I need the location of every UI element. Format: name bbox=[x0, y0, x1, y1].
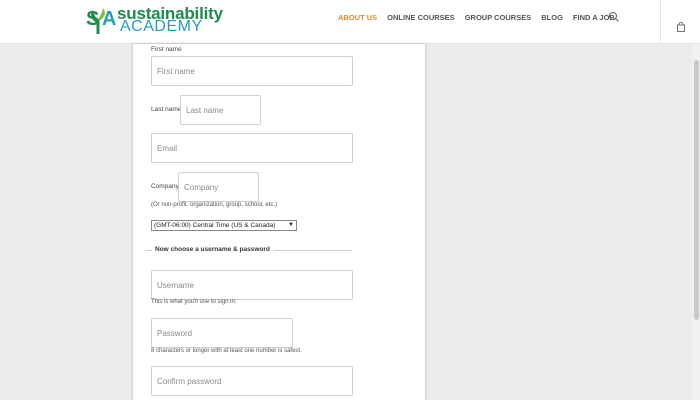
nav-item-group-courses[interactable]: GROUP COURSES bbox=[465, 13, 532, 22]
logo-tree-icon: S A bbox=[86, 8, 116, 34]
company-hint: (Or non-profit, organization, group, sch… bbox=[151, 202, 278, 208]
site-header: S A sustainability ACADEMY ABOUT US ONLI… bbox=[0, 0, 700, 44]
logo-text-academy: ACADEMY bbox=[120, 18, 203, 35]
last-name-input[interactable] bbox=[180, 95, 261, 125]
username-input[interactable] bbox=[151, 270, 353, 300]
credentials-section-title: Now choose a username & password bbox=[152, 246, 273, 253]
first-name-label: First name bbox=[151, 46, 182, 53]
shopping-bag-icon[interactable] bbox=[676, 22, 686, 32]
nav-item-blog[interactable]: BLOG bbox=[541, 13, 563, 22]
last-name-label: Last name bbox=[151, 106, 182, 113]
scrollbar-thumb[interactable] bbox=[694, 60, 699, 320]
company-label: Company bbox=[151, 183, 179, 190]
password-hint: 8 characters or longer with at least one… bbox=[151, 348, 302, 354]
password-input[interactable] bbox=[151, 318, 293, 348]
first-name-input[interactable] bbox=[151, 56, 353, 86]
timezone-select[interactable]: (GMT-06:00) Central Time (US & Canada) ▼ bbox=[151, 220, 297, 231]
svg-text:S: S bbox=[86, 8, 99, 30]
chevron-down-icon: ▼ bbox=[288, 222, 294, 228]
company-input[interactable] bbox=[178, 172, 259, 202]
search-icon[interactable] bbox=[608, 11, 620, 23]
nav-item-about-us[interactable]: ABOUT US bbox=[338, 13, 377, 22]
site-logo[interactable]: S A sustainability ACADEMY bbox=[84, 3, 224, 35]
username-hint: This is what you'll use to sign in. bbox=[151, 299, 237, 305]
confirm-password-input[interactable] bbox=[151, 366, 353, 396]
nav-item-online-courses[interactable]: ONLINE COURSES bbox=[387, 13, 455, 22]
registration-form: First name Last name Company (Or non-pro… bbox=[133, 44, 425, 400]
timezone-value: (GMT-06:00) Central Time (US & Canada) bbox=[154, 222, 276, 229]
svg-text:A: A bbox=[102, 8, 116, 30]
main-nav: ABOUT US ONLINE COURSES GROUP COURSES BL… bbox=[338, 13, 615, 22]
email-input[interactable] bbox=[151, 133, 353, 163]
header-divider bbox=[660, 0, 661, 44]
